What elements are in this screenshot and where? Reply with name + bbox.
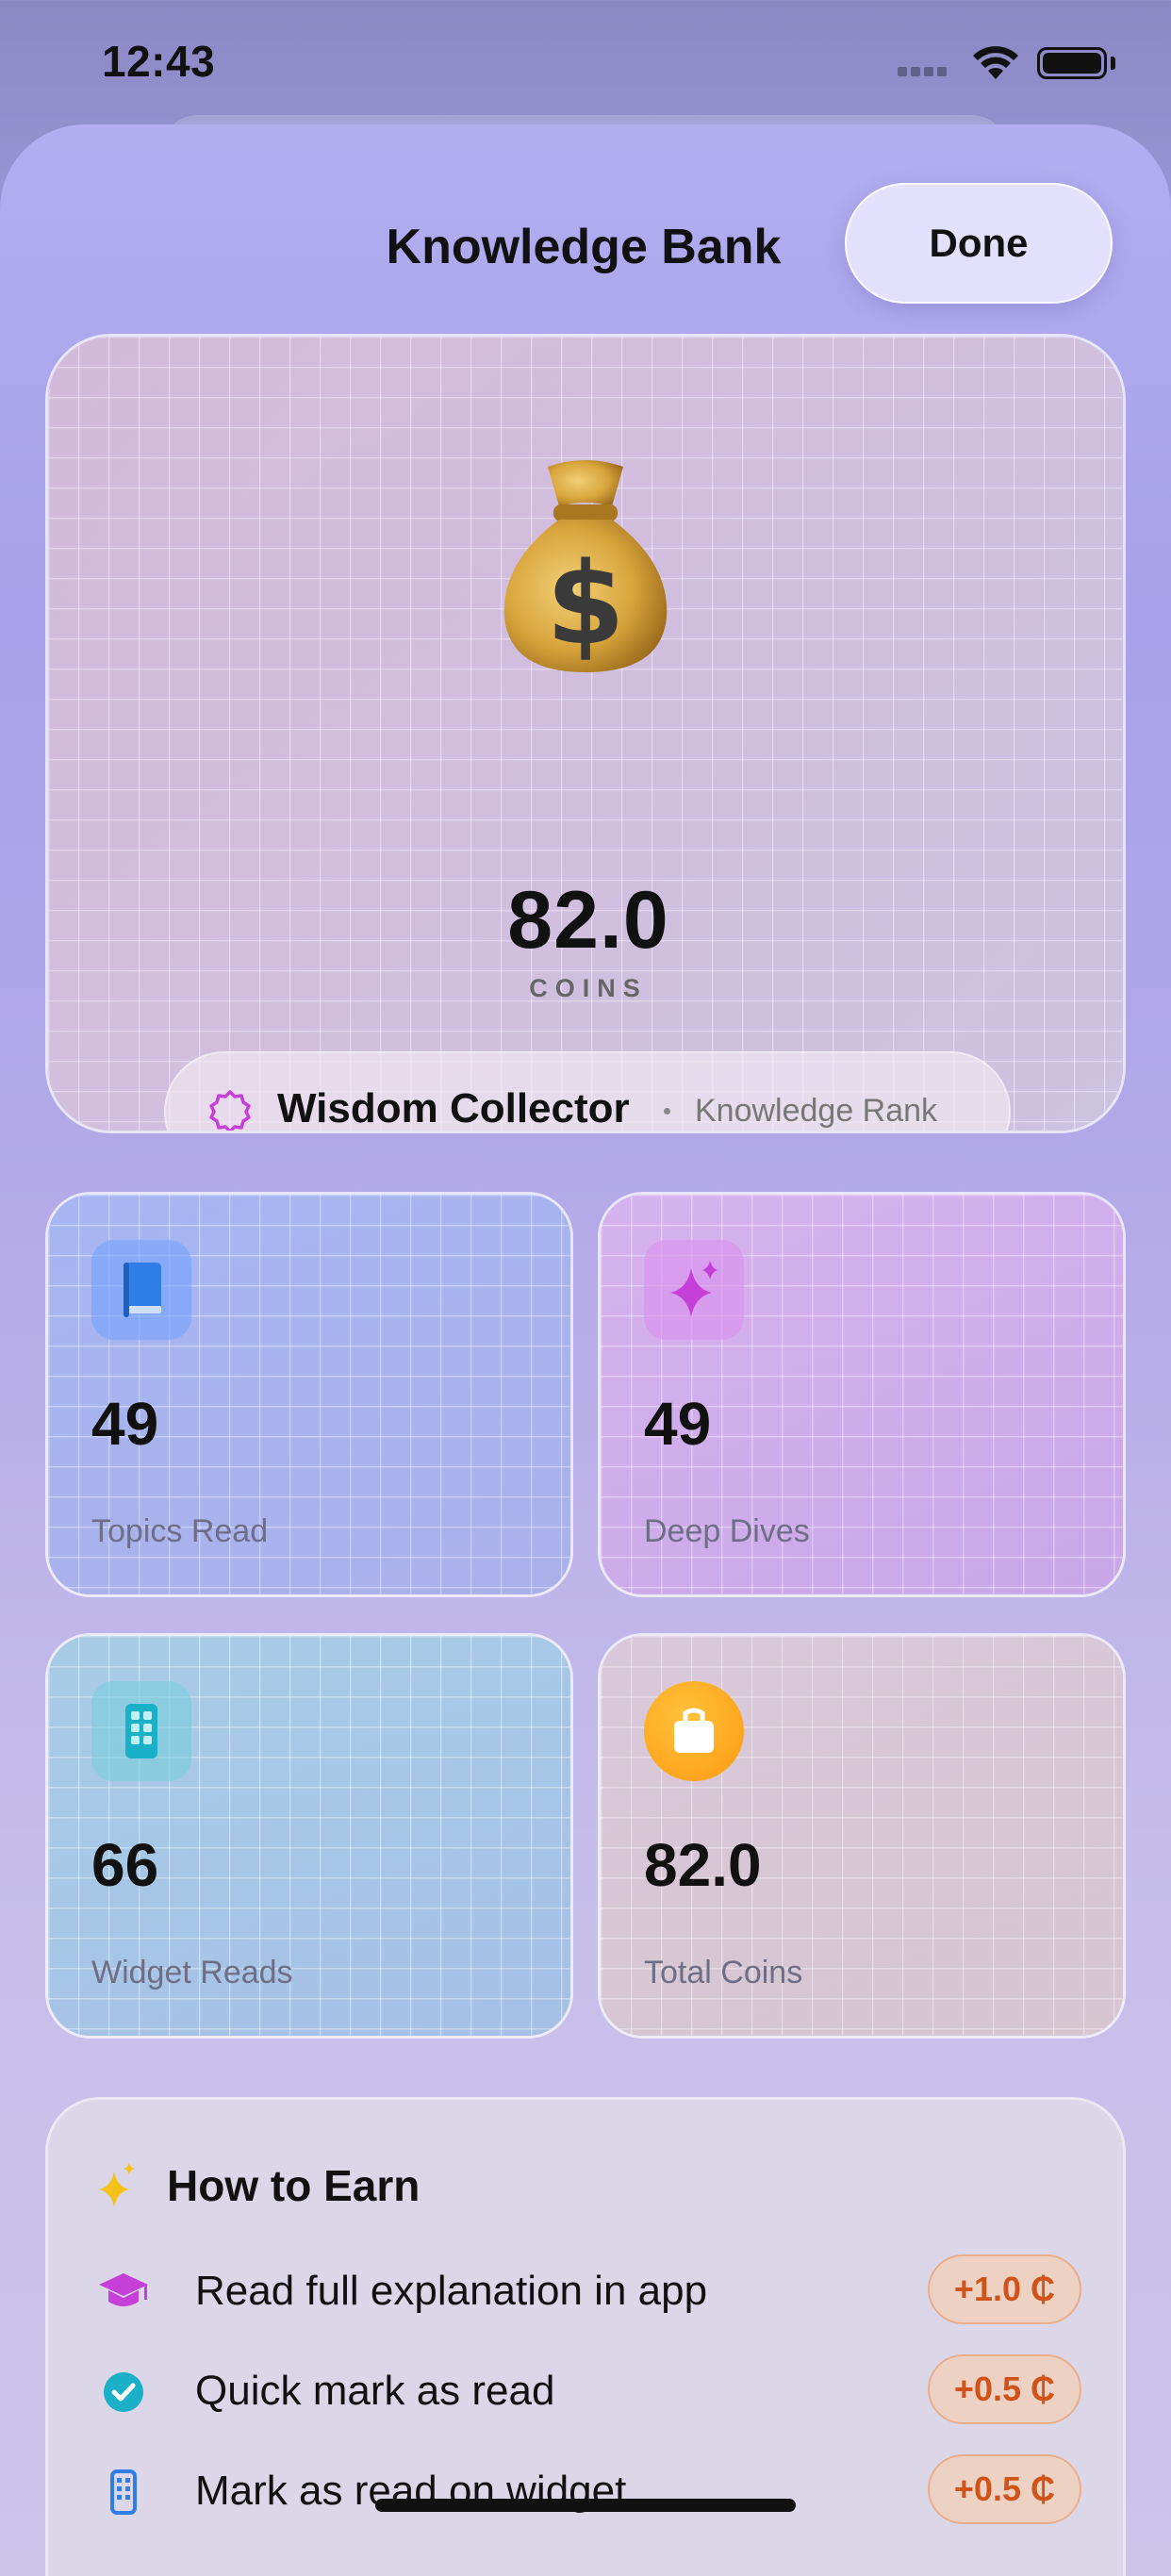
status-time: 12:43: [102, 37, 216, 86]
stat-value: 82.0: [644, 1831, 762, 1899]
cellular-signal-icon: [898, 64, 952, 77]
stat-label: Total Coins: [644, 1955, 803, 1990]
reward-badge: +1.0 ₵: [927, 2254, 1081, 2324]
battery-tip: [1111, 57, 1115, 70]
earn-row: Quick mark as read +0.5 ₵: [48, 2354, 1129, 2430]
earn-row: Mark as read on widget +0.5 ₵: [48, 2454, 1129, 2530]
rank-badge-icon: [209, 1090, 251, 1131]
phone-widget-icon: [110, 2469, 137, 2515]
stat-value: 66: [91, 1831, 159, 1899]
coins-caption: COINS: [529, 974, 648, 1002]
reward-badge: +0.5 ₵: [927, 2454, 1081, 2524]
separator-dot: [664, 1108, 670, 1115]
battery-icon: [1037, 47, 1107, 79]
graduation-cap-icon: [99, 2273, 148, 2306]
stat-label: Widget Reads: [91, 1955, 293, 1990]
rank-name: Wisdom Collector: [277, 1085, 630, 1131]
coins-balance: 82.0: [507, 875, 669, 966]
stat-icon-box: [91, 1240, 191, 1340]
sparkles-icon: [99, 2162, 135, 2207]
knowledge-bank-sheet: Knowledge Bank Done $ 82.0 COINS Wisdom: [0, 124, 1171, 2576]
stat-card-topics-read: 49 Topics Read: [45, 1192, 573, 1597]
status-bar: 12:43: [0, 0, 1171, 123]
stat-icon-box: [644, 1240, 744, 1340]
how-to-earn-title: How to Earn: [167, 2161, 421, 2210]
done-button[interactable]: Done: [845, 183, 1113, 304]
home-indicator[interactable]: [375, 2499, 796, 2512]
rank-subtitle: Knowledge Rank: [695, 1093, 938, 1129]
stat-card-total-coins: 82.0 Total Coins: [598, 1633, 1126, 2039]
book-icon: [124, 1263, 161, 1317]
stat-icon-box: [91, 1681, 191, 1781]
money-bag-icon: $: [503, 460, 668, 672]
wifi-icon: [973, 46, 1018, 79]
coins-hero-card: $ 82.0 COINS Wisdom Collector Knowledge …: [45, 334, 1126, 1133]
earn-row-text: Quick mark as read: [195, 2368, 555, 2414]
earn-row: Read full explanation in app +1.0 ₵: [48, 2254, 1129, 2330]
stat-card-deep-dives: 49 Deep Dives: [598, 1192, 1126, 1597]
checkmark-circle-icon: [104, 2372, 143, 2412]
stat-card-widget-reads: 66 Widget Reads: [45, 1633, 573, 2039]
stat-label: Topics Read: [91, 1513, 269, 1549]
rank-pill: Wisdom Collector Knowledge Rank: [164, 1051, 1011, 1131]
phone-widget-icon: [125, 1704, 157, 1759]
reward-badge: +0.5 ₵: [927, 2354, 1081, 2424]
svg-text:$: $: [546, 539, 625, 670]
sparkles-icon: [670, 1261, 717, 1317]
bag-icon: [674, 1708, 714, 1753]
stat-icon-box: [644, 1681, 744, 1781]
stat-value: 49: [91, 1390, 159, 1458]
stat-label: Deep Dives: [644, 1513, 810, 1549]
earn-row-text: Read full explanation in app: [195, 2268, 708, 2314]
stat-value: 49: [644, 1390, 712, 1458]
